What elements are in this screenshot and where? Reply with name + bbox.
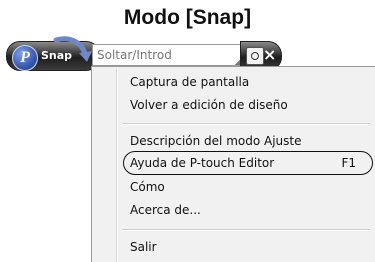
menu-item-screen-capture[interactable]: Captura de pantalla <box>118 72 370 93</box>
menu-item-label: Descripción del modo Ajuste <box>130 134 302 148</box>
help-highlight-ring <box>123 151 373 175</box>
menu-item-label: Cómo <box>130 180 165 194</box>
menu-item-label: Captura de pantalla <box>130 75 250 89</box>
context-menu: Captura de pantalla Volver a edición de … <box>91 66 375 262</box>
p-touch-logo-icon: P <box>12 45 38 71</box>
menu-item-about[interactable]: Acerca de... <box>118 200 370 221</box>
curved-arrow-icon <box>53 36 92 62</box>
menu-item-exit[interactable]: Salir <box>118 237 370 258</box>
menu-separator <box>122 123 370 125</box>
close-icon[interactable]: × <box>263 46 276 64</box>
camera-icon[interactable] <box>246 47 264 65</box>
menu-item-mode-description[interactable]: Descripción del modo Ajuste <box>118 131 370 152</box>
drop-input-placeholder: Soltar/Introd <box>97 48 172 62</box>
drop-input-field[interactable]: Soltar/Introd <box>92 44 243 66</box>
page-title: Modo [Snap] <box>123 6 252 29</box>
menu-item-how-to[interactable]: Cómo <box>118 177 370 198</box>
menu-item-label: Salir <box>130 240 157 254</box>
menu-item-label: Acerca de... <box>130 203 201 217</box>
logo-letter: P <box>20 49 30 66</box>
menu-separator <box>122 229 370 231</box>
menu-item-back-to-layout[interactable]: Volver a edición de diseño <box>118 95 370 116</box>
menu-item-label: Volver a edición de diseño <box>130 98 288 112</box>
